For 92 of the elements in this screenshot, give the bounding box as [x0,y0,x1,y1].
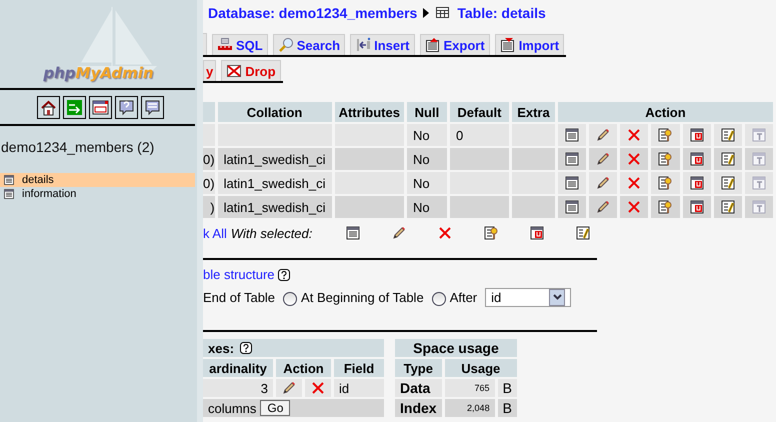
table-icon[interactable] [3,174,15,186]
phpmyadmin-logo[interactable]: phpMyAdmin [43,64,154,82]
radio-label: After [450,290,478,304]
table-cell: 0) [203,148,215,170]
exit-icon[interactable] [63,96,86,119]
column-header [203,102,215,122]
import-icon[interactable] [500,37,516,53]
help-icon[interactable] [240,342,252,354]
indexes-title: xes: [208,340,234,356]
column-header: Action [558,102,773,122]
table-cell: No [406,124,447,146]
table-cell: latin1_swedish_ci [218,196,332,218]
browse-icon[interactable] [564,127,580,143]
column-header: Null [406,102,447,122]
database-name[interactable]: demo1234_members (2) [0,126,197,173]
query-icon[interactable] [141,96,164,119]
browse-icon[interactable] [345,225,362,241]
column-header: ardinality [203,359,273,377]
empty-tab[interactable]: y [203,60,216,81]
add-field-link[interactable]: ble structure [203,267,275,282]
table-link[interactable]: Table: details [457,5,546,21]
edit-icon[interactable] [595,199,612,215]
table-icon[interactable] [3,188,15,200]
check-all-link[interactable]: k All [203,226,227,240]
table-cell: Data [395,379,442,397]
radio-label: End of Table [203,290,276,304]
column-header: Default [450,102,509,122]
field-select[interactable]: id [485,288,572,306]
drop-tab[interactable]: Drop [221,60,281,81]
browse-icon[interactable] [564,175,580,191]
radio-button[interactable] [432,292,446,306]
radio-button[interactable] [283,292,298,306]
table-cell: 3 [203,379,273,397]
table-cell: 0) [203,172,215,194]
edit-icon[interactable] [281,380,297,396]
table-cell: B [498,379,517,397]
help-icon[interactable] [115,96,138,119]
table-cell: id [334,379,384,397]
insert-icon[interactable] [355,37,372,53]
export-tab[interactable]: Export [420,34,490,55]
sidebar-table-item[interactable]: details [0,173,195,187]
column-header: Usage [444,359,517,377]
column-header: Extra [512,102,555,122]
edit-icon[interactable] [391,225,408,241]
insert-tab[interactable]: Insert [350,34,415,55]
drop-icon[interactable] [437,225,454,241]
edit-icon[interactable] [595,151,612,167]
columns-label: columns [208,400,256,416]
database-link[interactable]: Database: demo1234_members [208,5,418,21]
table-cell: ) [203,196,215,218]
column-header: Action [276,359,331,377]
browse-icon[interactable] [564,151,580,167]
drop-icon[interactable] [310,380,326,396]
arrow-icon [423,8,430,18]
home-icon[interactable] [37,96,60,119]
drop-icon[interactable] [626,175,642,191]
space-usage-title: Space usage [395,339,517,357]
table-cell: latin1_swedish_ci [218,172,332,194]
table-cell: B [498,399,517,417]
table-cell: 0 [450,124,509,146]
search-tab[interactable]: Search [272,34,346,55]
radio-label: At Beginning of Table [301,290,424,304]
chevron-icon [552,294,562,300]
edit-icon[interactable] [595,127,612,143]
sql-tab[interactable]: SQL [212,34,268,55]
table-cell: latin1_swedish_ci [218,148,332,170]
table-cell: No [406,196,447,218]
drop-icon[interactable] [626,199,642,215]
cross-icon[interactable] [226,63,242,79]
browse-icon[interactable] [564,199,580,215]
sql-icon[interactable] [217,37,233,53]
column-header: Field [334,359,384,377]
go-button[interactable]: Go [260,400,290,416]
export-icon[interactable] [424,37,441,53]
table-cell: No [406,172,447,194]
edit-icon[interactable] [595,175,612,191]
drop-icon[interactable] [626,127,642,143]
with-selected-label: With selected: [230,226,312,240]
help-icon[interactable] [278,268,290,280]
column-header: Type [395,359,442,377]
column-header: Attributes [334,102,404,122]
column-header: Collation [218,102,332,122]
table-icon[interactable] [435,5,452,21]
sidebar-table-item[interactable]: information [0,187,195,201]
search-icon[interactable] [278,37,294,53]
drop-icon[interactable] [626,151,642,167]
table-cell: 2,048 [444,399,495,417]
table-cell: No [406,148,447,170]
table-cell: 765 [444,379,495,397]
import-tab[interactable]: Import [494,34,564,55]
sql-window-icon[interactable] [89,96,112,119]
table-cell: Index [395,399,442,417]
